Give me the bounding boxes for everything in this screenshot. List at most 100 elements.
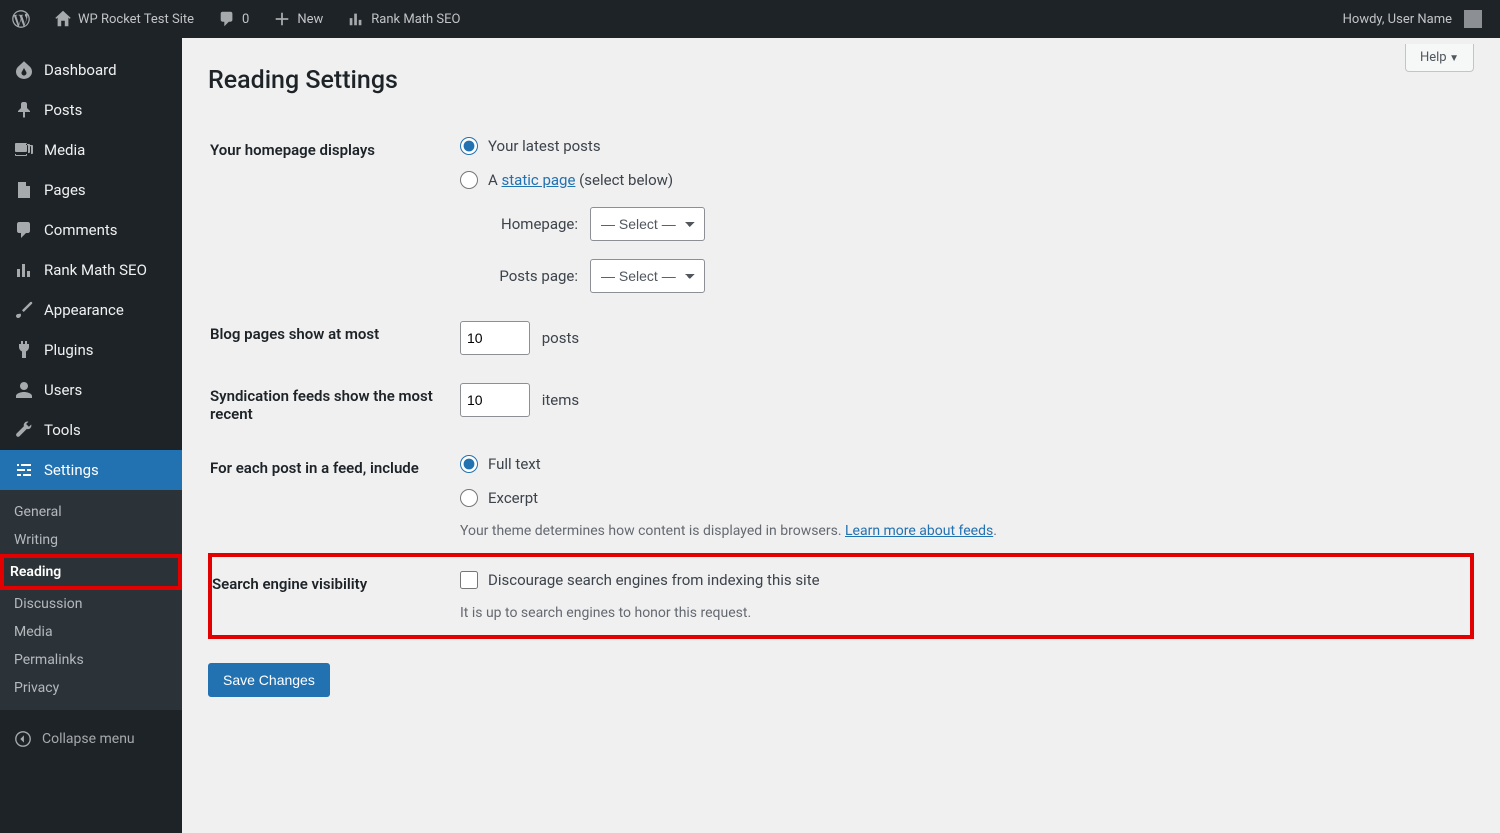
static-page-link[interactable]: static page	[502, 171, 576, 189]
submenu-item-reading[interactable]: Reading	[0, 554, 182, 590]
rankmath-link[interactable]: Rank Math SEO	[335, 0, 472, 38]
sidebar-item-plugins[interactable]: Plugins	[0, 330, 182, 370]
posts-per-page-input[interactable]	[460, 321, 530, 355]
sidebar-item-dashboard[interactable]: Dashboard	[0, 50, 182, 90]
page-icon	[14, 180, 34, 200]
sidebar-item-label: Users	[44, 381, 82, 399]
comments-link[interactable]: 0	[206, 0, 261, 38]
submenu-item-discussion[interactable]: Discussion	[0, 590, 182, 618]
new-link[interactable]: New	[261, 0, 335, 38]
submenu-label: Permalinks	[14, 652, 84, 668]
rankmath-label: Rank Math SEO	[371, 12, 460, 27]
sidebar-item-label: Appearance	[44, 301, 124, 319]
comments-count: 0	[242, 12, 249, 27]
sidebar-item-settings[interactable]: Settings	[0, 450, 182, 490]
sidebar-item-media[interactable]: Media	[0, 130, 182, 170]
submenu-label: Discussion	[14, 596, 82, 612]
sidebar-item-label: Settings	[44, 461, 99, 479]
search-visibility-description: It is up to search engines to honor this…	[460, 605, 1460, 621]
new-label: New	[297, 12, 323, 27]
collapse-icon	[14, 730, 32, 748]
sidebar-item-rankmath[interactable]: Rank Math SEO	[0, 250, 182, 290]
plug-icon	[14, 340, 34, 360]
feed-include-heading: For each post in a feed, include	[210, 441, 450, 555]
discourage-search-checkbox[interactable]	[460, 571, 478, 589]
collapse-menu-button[interactable]: Collapse menu	[0, 720, 182, 758]
page-title: Reading Settings	[208, 66, 1474, 95]
sidebar-item-label: Rank Math SEO	[44, 261, 147, 279]
user-icon	[14, 380, 34, 400]
sidebar-item-appearance[interactable]: Appearance	[0, 290, 182, 330]
sidebar-item-label: Tools	[44, 421, 81, 439]
admin-bar: WP Rocket Test Site 0 New Rank Math SEO …	[0, 0, 1500, 38]
syndication-heading: Syndication feeds show the most recent	[210, 369, 450, 441]
wordpress-icon	[12, 10, 30, 28]
account-link[interactable]: Howdy, User Name	[1331, 0, 1494, 38]
radio-full-text[interactable]	[460, 455, 478, 473]
discourage-search-label: Discourage search engines from indexing …	[488, 571, 820, 589]
radio-latest-posts[interactable]	[460, 137, 478, 155]
sliders-icon	[14, 460, 34, 480]
submenu-item-media[interactable]: Media	[0, 618, 182, 646]
items-unit-label: items	[542, 391, 579, 409]
postspage-select[interactable]: — Select —	[590, 259, 705, 293]
radio-excerpt-label: Excerpt	[488, 489, 538, 507]
homepage-select[interactable]: — Select —	[590, 207, 705, 241]
sidebar-item-users[interactable]: Users	[0, 370, 182, 410]
media-icon	[14, 140, 34, 160]
submenu-label: Reading	[10, 564, 61, 580]
submenu-item-writing[interactable]: Writing	[0, 526, 182, 554]
settings-submenu: General Writing Reading Discussion Media…	[0, 490, 182, 710]
admin-sidebar: Dashboard Posts Media Pages Comments Ran…	[0, 38, 182, 833]
sidebar-item-comments[interactable]: Comments	[0, 210, 182, 250]
submenu-item-privacy[interactable]: Privacy	[0, 674, 182, 702]
sidebar-item-label: Media	[44, 141, 85, 159]
pin-icon	[14, 100, 34, 120]
content-area: Help Reading Settings Your homepage disp…	[182, 38, 1500, 833]
avatar-icon	[1464, 10, 1482, 28]
radio-static-page[interactable]	[460, 171, 478, 189]
posts-unit-label: posts	[542, 329, 579, 347]
collapse-label: Collapse menu	[42, 731, 135, 747]
sidebar-item-tools[interactable]: Tools	[0, 410, 182, 450]
learn-more-feeds-link[interactable]: Learn more about feeds	[845, 523, 993, 539]
homepage-select-label: Homepage:	[488, 215, 578, 233]
howdy-text: Howdy, User Name	[1343, 12, 1452, 27]
submenu-item-general[interactable]: General	[0, 498, 182, 526]
sidebar-item-label: Posts	[44, 101, 82, 119]
dashboard-icon	[14, 60, 34, 80]
save-changes-button[interactable]: Save Changes	[208, 663, 330, 697]
sidebar-item-label: Dashboard	[44, 61, 117, 79]
radio-static-page-label: A static page (select below)	[488, 171, 673, 189]
feed-description: Your theme determines how content is dis…	[460, 523, 1462, 539]
postspage-select-label: Posts page:	[488, 267, 578, 285]
radio-latest-posts-label: Your latest posts	[488, 137, 601, 155]
submenu-label: Writing	[14, 532, 58, 548]
sidebar-item-label: Plugins	[44, 341, 93, 359]
posts-per-rss-input[interactable]	[460, 383, 530, 417]
chart-bar-icon	[347, 10, 365, 28]
site-link[interactable]: WP Rocket Test Site	[42, 0, 206, 38]
submenu-label: General	[14, 504, 62, 520]
sidebar-item-posts[interactable]: Posts	[0, 90, 182, 130]
sidebar-item-pages[interactable]: Pages	[0, 170, 182, 210]
submenu-label: Privacy	[14, 680, 59, 696]
chart-bar-icon	[14, 260, 34, 280]
homepage-displays-heading: Your homepage displays	[210, 123, 450, 307]
wp-logo[interactable]	[0, 0, 42, 38]
radio-full-text-label: Full text	[488, 455, 541, 473]
site-name: WP Rocket Test Site	[78, 12, 194, 27]
submenu-label: Media	[14, 624, 53, 640]
plus-icon	[273, 10, 291, 28]
brush-icon	[14, 300, 34, 320]
sidebar-item-label: Pages	[44, 181, 86, 199]
blog-pages-heading: Blog pages show at most	[210, 307, 450, 369]
comment-icon	[218, 10, 236, 28]
help-tab[interactable]: Help	[1405, 44, 1474, 72]
search-visibility-heading: Search engine visibility	[210, 555, 450, 637]
submenu-item-permalinks[interactable]: Permalinks	[0, 646, 182, 674]
home-icon	[54, 10, 72, 28]
wrench-icon	[14, 420, 34, 440]
sidebar-item-label: Comments	[44, 221, 118, 239]
radio-excerpt[interactable]	[460, 489, 478, 507]
